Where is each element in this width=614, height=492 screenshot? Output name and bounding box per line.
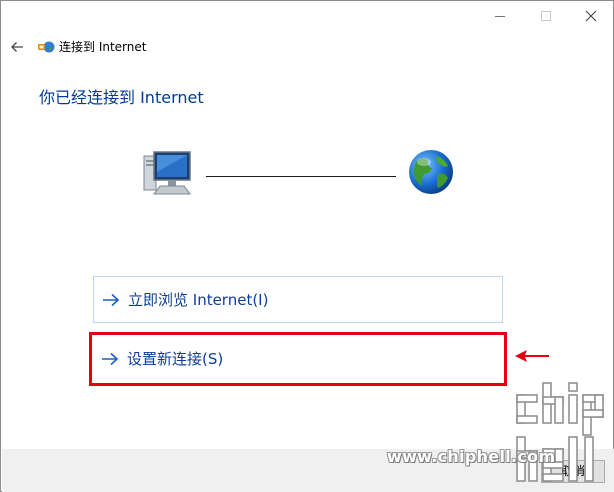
window-title: 连接到 Internet xyxy=(59,40,147,54)
red-pointer-arrow-icon xyxy=(515,350,549,362)
connection-line xyxy=(206,176,396,177)
back-arrow-icon xyxy=(11,42,23,52)
back-button[interactable] xyxy=(5,35,29,59)
watermark-url: www.chiphell.com xyxy=(387,447,556,466)
close-button[interactable] xyxy=(568,1,614,31)
arrow-right-icon xyxy=(103,293,120,306)
browse-internet-label: 立即浏览 Internet(I) xyxy=(128,290,269,309)
computer-icon xyxy=(143,151,191,195)
network-globe-icon xyxy=(38,41,55,53)
close-icon xyxy=(585,10,597,22)
minimize-button[interactable] xyxy=(477,1,523,31)
connect-to-internet-window: 连接到 Internet 你已经连接到 Internet 立即浏览 Intern xyxy=(0,0,614,492)
browse-internet-option[interactable]: 立即浏览 Internet(I) xyxy=(93,276,503,323)
minimize-icon xyxy=(495,15,505,17)
red-highlight-box xyxy=(89,332,507,386)
maximize-button[interactable] xyxy=(523,1,569,31)
internet-globe-icon xyxy=(409,150,453,194)
maximize-icon xyxy=(541,11,551,21)
page-heading: 你已经连接到 Internet xyxy=(39,88,204,107)
chiphell-watermark-logo xyxy=(516,382,604,482)
